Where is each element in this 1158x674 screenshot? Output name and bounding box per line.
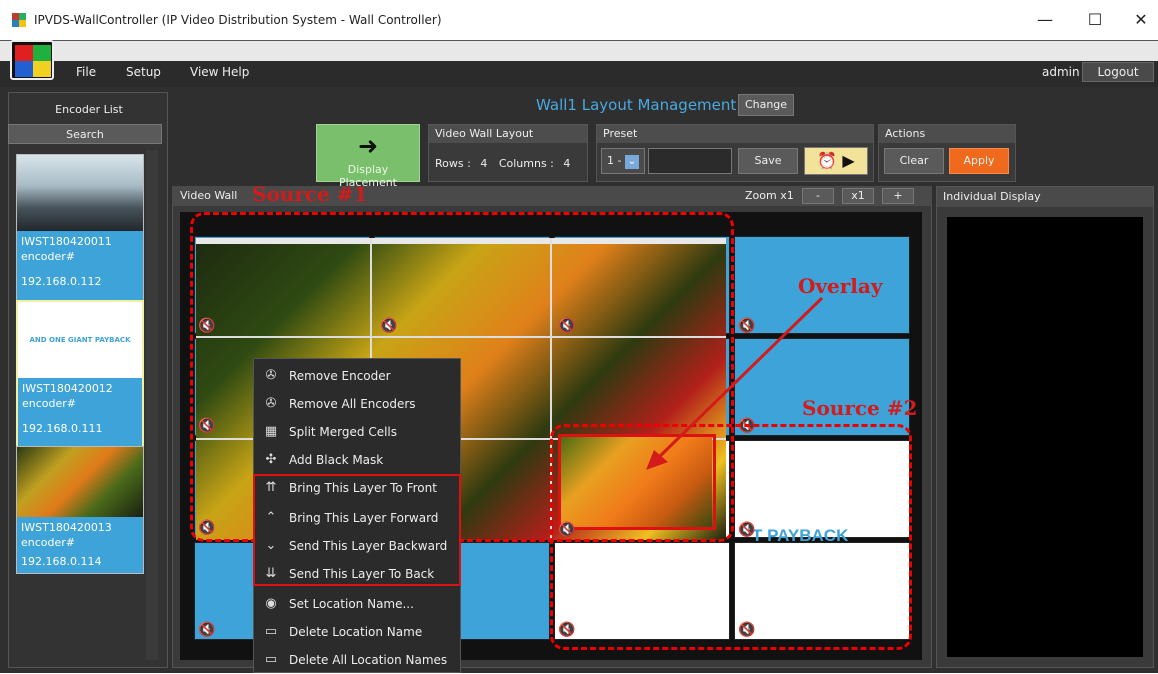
encoder-item-2[interactable]: AND ONE GIANT PAYBACK IWST180420012 enco…	[16, 300, 144, 452]
chevron-down-icon: ⌄	[624, 155, 639, 169]
encoder-type: encoder#	[22, 397, 77, 410]
encoder-name: IWST180420013	[21, 521, 112, 534]
close-button[interactable]: ✕	[1126, 8, 1156, 32]
encoder-type: encoder#	[21, 536, 76, 549]
encoder-thumbnail: AND ONE GIANT PAYBACK	[18, 302, 142, 378]
menu-item-set-location-name[interactable]: ◉ Set Location Name...	[253, 590, 461, 618]
zoom-reset-button[interactable]: x1	[842, 188, 874, 204]
alarm-clock-icon: ⏰	[817, 151, 838, 170]
overlay-arrow-icon	[646, 296, 824, 470]
menu-item-remove-encoder[interactable]: ✇ Remove Encoder	[253, 362, 461, 390]
save-button[interactable]: Save	[738, 148, 798, 174]
rows-value: 4	[480, 157, 488, 170]
zoom-label: Zoom x1	[745, 189, 794, 202]
menu-bar	[0, 40, 1158, 87]
columns-label: Columns :	[498, 157, 554, 170]
menu-setup[interactable]: Setup	[126, 65, 161, 79]
menu-item-split-merged-cells[interactable]: ▦ Split Merged Cells	[253, 418, 461, 446]
location-pin-icon: ◉	[265, 596, 277, 611]
apply-button[interactable]: Apply	[949, 148, 1009, 174]
encoder-list-header: Encoder List	[55, 103, 123, 116]
encoder-ip: 192.168.0.111	[22, 422, 103, 435]
schedule-play-button[interactable]: ⏰ ▶	[804, 147, 868, 175]
video-wall-layout-group: Video Wall Layout Rows : 4 Columns : 4	[428, 124, 588, 182]
encoder-name: IWST180420011	[21, 235, 112, 248]
encoder-item-3[interactable]: IWST180420013 encoder# 192.168.0.114	[16, 446, 144, 574]
menu-item-delete-all-location-names[interactable]: ▭ Delete All Location Names	[253, 646, 461, 674]
window-title: IPVDS-WallController (IP Video Distribut…	[34, 13, 442, 27]
encoder-ip: 192.168.0.112	[21, 275, 102, 288]
video-wall-layout-header: Video Wall Layout	[429, 125, 587, 143]
encoder-ip: 192.168.0.114	[21, 555, 102, 568]
minimize-button[interactable]: —	[1030, 8, 1060, 32]
individual-display-screen[interactable]	[947, 217, 1143, 657]
user-name: admin	[1042, 65, 1080, 79]
zoom-out-button[interactable]: -	[802, 188, 834, 204]
preset-value: 1 -	[607, 154, 622, 167]
encoder-list-scrollbar[interactable]	[146, 150, 158, 660]
menu-item-add-black-mask[interactable]: ✣ Add Black Mask	[253, 446, 461, 474]
layer-options-highlight-box	[253, 474, 461, 586]
encoder-thumbnail	[17, 447, 143, 517]
encoder-type: encoder#	[21, 250, 76, 263]
title-bar: IPVDS-WallController (IP Video Distribut…	[0, 0, 1158, 40]
individual-display-header: Individual Display	[937, 187, 1153, 207]
speaker-mute-icon[interactable]: 🔇	[198, 622, 215, 638]
app-icon	[12, 13, 26, 27]
zoom-in-button[interactable]: +	[882, 188, 914, 204]
app-logo	[10, 40, 54, 80]
individual-display-panel: Individual Display	[936, 186, 1154, 668]
minus-box-icon: ▭	[264, 624, 278, 639]
clear-button[interactable]: Clear	[884, 148, 944, 174]
columns-value: 4	[563, 157, 571, 170]
plus-icon: ✣	[265, 452, 277, 467]
encoder-info: IWST180420012 encoder# 192.168.0.111	[18, 378, 142, 450]
video-wall-label: Video Wall	[180, 189, 238, 202]
encoder-info: IWST180420013 encoder# 192.168.0.114	[17, 517, 143, 573]
minus-box-icon: ▭	[264, 652, 278, 667]
change-button[interactable]: Change	[738, 94, 794, 116]
preset-header: Preset	[597, 125, 873, 143]
source1-annotation: Source #1	[252, 182, 368, 206]
encoder-info: IWST180420011 encoder# 192.168.0.112	[17, 231, 143, 303]
play-icon: ▶	[842, 151, 855, 170]
logout-button[interactable]: Logout	[1082, 62, 1154, 82]
encoder-item-1[interactable]: IWST180420011 encoder# 192.168.0.112	[16, 154, 144, 304]
menu-item-remove-all-encoders[interactable]: ✇ Remove All Encoders	[253, 390, 461, 418]
preset-name-input[interactable]	[648, 148, 732, 174]
eraser-icon: ✇	[265, 396, 277, 411]
display-placement-button[interactable]: ➜ Display Placement	[316, 124, 420, 189]
grid-icon: ▦	[264, 424, 278, 439]
arrow-right-icon: ➜	[357, 132, 379, 160]
menu-file[interactable]: File	[76, 65, 96, 79]
maximize-button[interactable]: ☐	[1080, 8, 1110, 32]
menu-item-delete-location-name[interactable]: ▭ Delete Location Name	[253, 618, 461, 646]
preset-select[interactable]: 1 - ⌄	[601, 148, 645, 174]
menu-view[interactable]: View	[190, 65, 218, 79]
actions-header: Actions	[879, 125, 1015, 143]
layout-title: Wall1 Layout Management	[536, 96, 737, 114]
search-button[interactable]: Search	[8, 124, 162, 144]
eraser-icon: ✇	[265, 368, 277, 383]
rows-label: Rows :	[435, 157, 471, 170]
menu-help[interactable]: Help	[222, 65, 249, 79]
encoder-thumbnail	[17, 155, 143, 231]
menu-top-strip	[0, 41, 1158, 61]
encoder-name: IWST180420012	[22, 382, 113, 395]
